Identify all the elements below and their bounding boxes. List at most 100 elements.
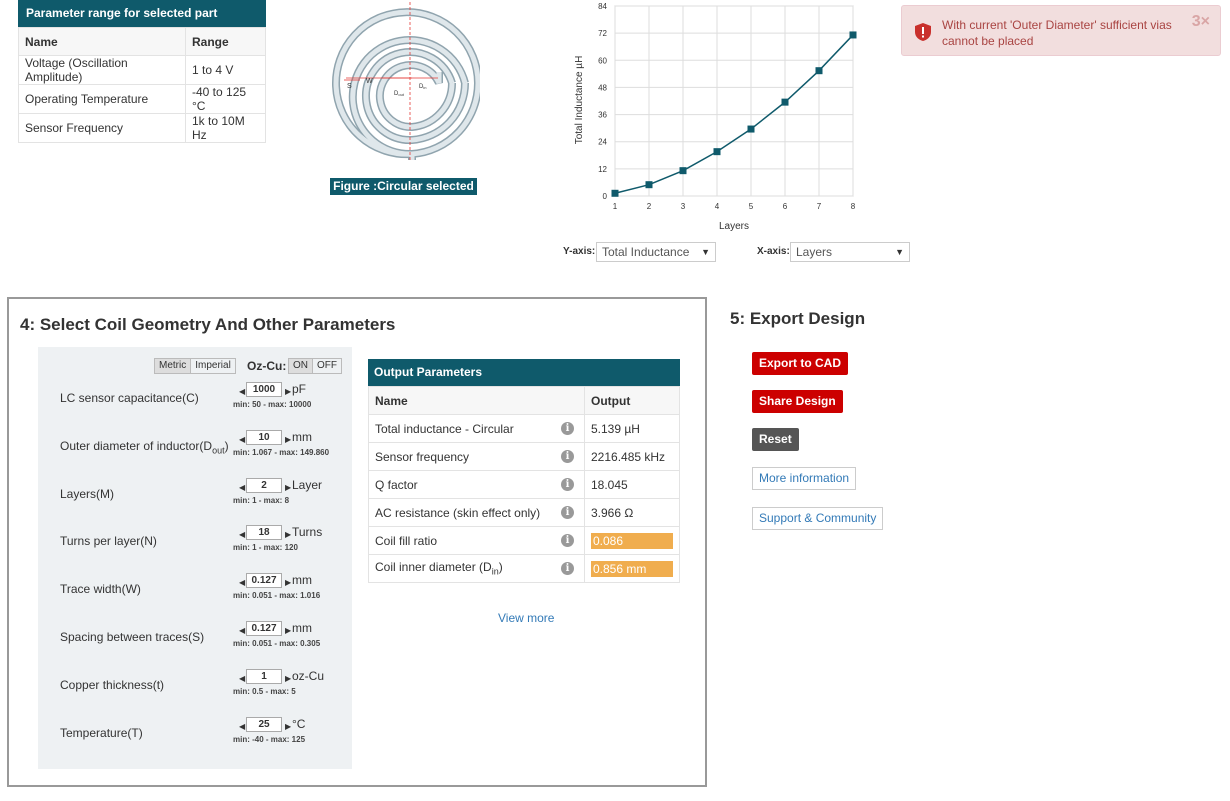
layers-input[interactable]: 2 xyxy=(246,478,282,493)
imperial-toggle-button[interactable]: Imperial xyxy=(190,359,235,373)
info-icon[interactable]: i xyxy=(561,506,574,519)
increment-icon[interactable]: ▶ xyxy=(285,674,291,683)
decrement-icon[interactable]: ◀ xyxy=(239,626,245,635)
param-row-temperature: Temperature(T) ◀ 25 ▶ °C min: -40 - max:… xyxy=(38,717,352,765)
range-table-title: Parameter range for selected part xyxy=(18,0,266,27)
info-icon[interactable]: i xyxy=(561,534,574,547)
chart-point[interactable] xyxy=(679,167,687,175)
decrement-icon[interactable]: ◀ xyxy=(239,483,245,492)
param-range: min: 1 - max: 120 xyxy=(233,543,298,552)
chart-point[interactable] xyxy=(849,31,857,39)
decrement-icon[interactable]: ◀ xyxy=(239,578,245,587)
info-icon[interactable]: i xyxy=(561,450,574,463)
output-value-highlight: 0.086 xyxy=(591,532,673,549)
units-toggle: Metric Imperial xyxy=(154,358,236,374)
decrement-icon[interactable]: ◀ xyxy=(239,530,245,539)
chart-ytick-label: 12 xyxy=(598,165,607,174)
panel4-title: 4: Select Coil Geometry And Other Parame… xyxy=(20,315,396,334)
chart-xtick-label: 6 xyxy=(783,202,788,211)
chevron-down-icon: ▼ xyxy=(701,247,710,257)
svg-text:Dout: Dout xyxy=(394,91,405,97)
capacitance-input[interactable]: 1000 xyxy=(246,382,282,397)
info-icon[interactable]: i xyxy=(561,422,574,435)
info-icon[interactable]: i xyxy=(561,562,574,575)
increment-icon[interactable]: ▶ xyxy=(285,530,291,539)
chart-ytick-label: 60 xyxy=(598,56,607,65)
ozcu-on-button[interactable]: ON xyxy=(289,359,312,373)
output-name: Coil fill ratio xyxy=(375,533,438,548)
chart-point[interactable] xyxy=(713,148,721,156)
param-unit: °C xyxy=(292,717,306,731)
param-label: Turns per layer(N) xyxy=(60,534,157,548)
chart-point[interactable] xyxy=(645,181,653,189)
decrement-icon[interactable]: ◀ xyxy=(239,674,245,683)
more-information-button[interactable]: More information xyxy=(752,467,857,490)
chart-ytick-label: 48 xyxy=(598,83,607,92)
y-axis-label: Y-axis: xyxy=(563,246,596,257)
turns-input[interactable]: 18 xyxy=(246,525,282,540)
decrement-icon[interactable]: ◀ xyxy=(239,435,245,444)
param-label: LC sensor capacitance(C) xyxy=(60,391,199,405)
param-unit: Layer xyxy=(292,478,323,492)
increment-icon[interactable]: ▶ xyxy=(285,578,291,587)
chart-ytick-label: 72 xyxy=(598,29,607,38)
coil-parameters-form: Metric Imperial Oz-Cu: ON OFF LC sensor ca… xyxy=(38,347,352,769)
x-axis-select[interactable]: Layers ▼ xyxy=(790,242,910,262)
x-axis-label: X-axis: xyxy=(757,246,790,257)
export-cad-button[interactable]: Export to CAD xyxy=(752,352,848,375)
param-row-capacitance: LC sensor capacitance(C) ◀ 1000 ▶ pF min… xyxy=(38,382,352,430)
output-name-sub: in xyxy=(491,566,499,577)
reset-button[interactable]: Reset xyxy=(752,428,799,451)
outer-diameter-input[interactable]: 10 xyxy=(246,430,282,445)
param-row-layers: Layers(M) ◀ 2 ▶ Layer min: 1 - max: 8 xyxy=(38,478,352,526)
figure-label-w: W xyxy=(366,78,373,85)
alert-dismiss-button[interactable]: 3× xyxy=(1192,13,1210,31)
param-label-text: Outer diameter of inductor(D xyxy=(60,439,213,453)
increment-icon[interactable]: ▶ xyxy=(285,387,291,396)
table-row: Q factor i 18.045 xyxy=(368,470,680,499)
increment-icon[interactable]: ▶ xyxy=(285,626,291,635)
parameter-range-table: Parameter range for selected part Name R… xyxy=(18,0,266,143)
export-design-title: 5: Export Design xyxy=(730,309,866,328)
info-icon[interactable]: i xyxy=(561,478,574,491)
share-design-button[interactable]: Share Design xyxy=(752,390,843,413)
table-row: Sensor frequency i 2216.485 kHz xyxy=(368,442,680,471)
param-range: min: 1 - max: 8 xyxy=(233,496,290,505)
trace-width-input[interactable]: 0.127 xyxy=(246,573,282,588)
chevron-down-icon: ▼ xyxy=(895,247,904,257)
spacing-input[interactable]: 0.127 xyxy=(246,621,282,636)
chart-point[interactable] xyxy=(611,189,619,197)
chart-point[interactable] xyxy=(815,67,823,75)
figure-label-din-sub: in xyxy=(423,85,426,90)
copper-thickness-input[interactable]: 1 xyxy=(246,669,282,684)
increment-icon[interactable]: ▶ xyxy=(285,435,291,444)
increment-icon[interactable]: ▶ xyxy=(285,722,291,731)
range-cell-name: Sensor Frequency xyxy=(18,113,186,143)
alert-message: With current 'Outer Diameter' sufficient… xyxy=(942,18,1172,48)
metric-toggle-button[interactable]: Metric xyxy=(155,359,191,373)
output-parameters-table: Output Parameters Name Output Total indu… xyxy=(368,359,680,583)
ozcu-off-button[interactable]: OFF xyxy=(312,359,341,373)
y-axis-select[interactable]: Total Inductance ▼ xyxy=(596,242,716,262)
range-cell-value: 1k to 10M Hz xyxy=(185,113,266,143)
param-row-turns: Turns per layer(N) ◀ 18 ▶ Turns min: 1 -… xyxy=(38,525,352,573)
param-range: min: 1.067 - max: 149.860 xyxy=(233,448,330,457)
output-name: Q factor xyxy=(375,477,418,492)
chart-ytick-label: 24 xyxy=(598,138,607,147)
increment-icon[interactable]: ▶ xyxy=(285,483,291,492)
param-label: Trace width(W) xyxy=(60,582,141,596)
param-label-sub: out xyxy=(212,445,225,456)
output-name: Total inductance - Circular xyxy=(375,421,514,436)
decrement-icon[interactable]: ◀ xyxy=(239,387,245,396)
support-community-button[interactable]: Support & Community xyxy=(752,507,884,530)
chart-xtick-label: 5 xyxy=(749,202,754,211)
chart-point[interactable] xyxy=(747,125,755,133)
decrement-icon[interactable]: ◀ xyxy=(239,722,245,731)
param-label: Outer diameter of inductor(Dout) xyxy=(60,439,229,455)
view-more-link[interactable]: View more xyxy=(498,611,554,625)
ozcu-toggle: ON OFF xyxy=(288,358,342,374)
param-unit: mm xyxy=(292,573,312,587)
output-value: 3.966 Ω xyxy=(584,498,680,527)
temperature-input[interactable]: 25 xyxy=(246,717,282,732)
chart-point[interactable] xyxy=(781,98,789,106)
